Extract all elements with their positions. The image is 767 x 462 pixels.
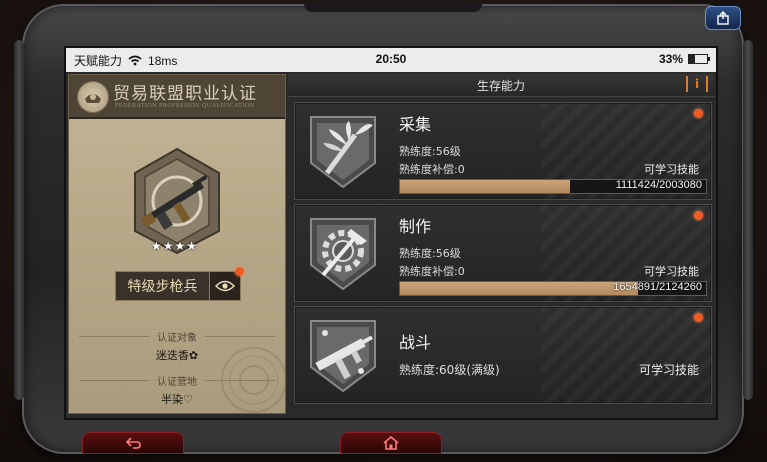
card-subtitle: FEDERATION PROFESSION QUALIFICATION bbox=[115, 103, 255, 109]
view-rank-button[interactable] bbox=[209, 272, 240, 300]
skill-card-combat[interactable]: 战斗 熟练度:60级(满级) 可学习技能 bbox=[294, 306, 712, 404]
skill-progress-bar: 1111424/2003080 bbox=[399, 179, 707, 194]
skill-level: 熟练度:56级 bbox=[399, 247, 461, 260]
learnable-label[interactable]: 可学习技能 bbox=[639, 361, 699, 378]
learnable-label[interactable]: 可学习技能 bbox=[644, 161, 699, 177]
skill-card-gathering[interactable]: 采集 熟练度:56级 熟练度补偿:0 可学习技能 1111424/2003080 bbox=[294, 102, 712, 200]
target-label: 认证对象 bbox=[157, 333, 197, 344]
eye-icon bbox=[215, 280, 235, 292]
skill-compensation: 熟练度补偿:0 bbox=[399, 265, 465, 278]
profession-card: 贸易联盟职业认证 FEDERATION PROFESSION QUALIFICA… bbox=[68, 74, 287, 414]
skill-alert-dot bbox=[694, 211, 703, 220]
bezel-notch bbox=[304, 2, 482, 12]
rank-star-icon: ★ bbox=[151, 239, 162, 253]
smg-shield-icon bbox=[310, 320, 376, 393]
card-header: 贸易联盟职业认证 FEDERATION PROFESSION QUALIFICA… bbox=[69, 75, 285, 119]
target-divider: 认证对象 bbox=[79, 329, 275, 344]
rank-star-icon: ★ bbox=[186, 239, 198, 253]
learnable-label[interactable]: 可学习技能 bbox=[644, 263, 699, 279]
home-icon bbox=[383, 436, 399, 450]
info-button[interactable]: i bbox=[686, 76, 708, 92]
skill-compensation: 熟练度补偿:0 bbox=[399, 163, 465, 176]
skill-level: 熟练度:56级 bbox=[399, 145, 461, 158]
progress-fill bbox=[400, 282, 639, 295]
screen: 天赋能力 18ms 20:50 33% 贸易联盟职业认证 FEDERATION … bbox=[64, 46, 718, 420]
battery-icon bbox=[688, 54, 710, 64]
rank-stars: ★ ★ ★ ★ bbox=[151, 239, 197, 253]
skill-alert-dot bbox=[694, 313, 703, 322]
panel-title: 生存能力 bbox=[476, 79, 525, 93]
federation-logo bbox=[77, 81, 109, 113]
skill-progress-bar: 1654891/2124260 bbox=[399, 281, 707, 296]
panel-header: 生存能力 i bbox=[288, 74, 714, 97]
seal-watermark bbox=[221, 347, 287, 413]
rank-star-icon: ★ bbox=[162, 239, 174, 253]
share-icon bbox=[717, 11, 729, 25]
leaf-shield-icon bbox=[310, 116, 376, 189]
back-arrow-icon bbox=[125, 437, 141, 449]
progress-text: 1111424/2003080 bbox=[615, 179, 702, 191]
right-handle bbox=[743, 40, 753, 400]
skill-alert-dot bbox=[694, 109, 703, 118]
back-button[interactable] bbox=[82, 432, 184, 454]
skill-name: 战斗 bbox=[399, 333, 432, 352]
battery-fill bbox=[689, 55, 695, 63]
home-button[interactable] bbox=[340, 432, 442, 454]
skill-level: 熟练度:60级(满级) bbox=[399, 363, 500, 377]
rank-selector[interactable]: 特级步枪兵 bbox=[115, 271, 241, 301]
rank-label: 特级步枪兵 bbox=[127, 279, 198, 295]
progress-text: 1654891/2124260 bbox=[613, 281, 702, 293]
gear-hammer-icon bbox=[310, 218, 376, 291]
progress-fill bbox=[400, 180, 570, 193]
rank-star-icon: ★ bbox=[174, 239, 186, 253]
rank-alert-dot bbox=[235, 267, 244, 276]
share-button[interactable] bbox=[705, 6, 741, 30]
status-bar: 天赋能力 18ms 20:50 33% bbox=[66, 48, 716, 72]
battery-percent: 33% bbox=[658, 52, 683, 66]
skill-name: 制作 bbox=[399, 217, 432, 236]
skill-name: 采集 bbox=[399, 115, 432, 134]
skill-card-crafting[interactable]: 制作 熟练度:56级 熟练度补偿:0 可学习技能 1654891/2124260 bbox=[294, 204, 712, 302]
camp-label: 认证营地 bbox=[157, 377, 197, 388]
clock: 20:50 bbox=[375, 52, 407, 66]
card-title: 贸易联盟职业认证 bbox=[113, 84, 257, 104]
left-handle bbox=[14, 40, 24, 400]
